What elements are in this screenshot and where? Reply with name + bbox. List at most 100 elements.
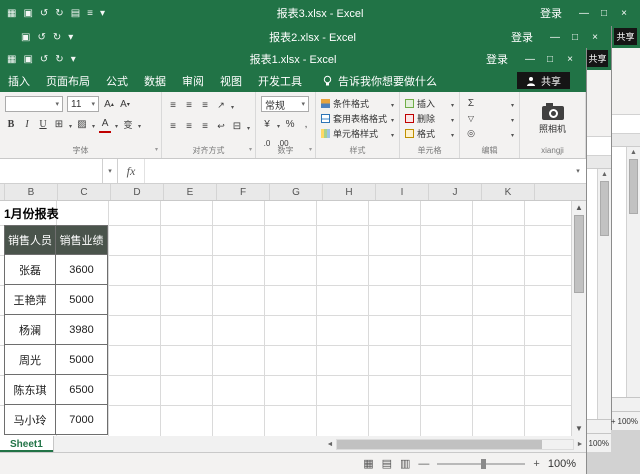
wrap-text-icon[interactable] [215,119,227,134]
cell-name[interactable]: 王艳萍 [4,285,56,315]
save-icon[interactable] [23,8,32,19]
maximize-icon[interactable] [565,32,585,43]
font-size-select[interactable]: 11 [67,96,99,112]
fill-color-icon[interactable] [76,117,88,132]
column-header-f[interactable]: F [217,184,270,200]
ribbon-tab-review[interactable]: 审阅 [174,73,212,89]
window-3-titlebar[interactable]: 报表3.xlsx - Excel 登录 [0,0,640,26]
window-3-vertical-scrollbar[interactable] [626,147,640,397]
maximize-icon[interactable] [594,8,614,19]
currency-format-icon[interactable] [261,117,273,132]
column-header-d[interactable]: D [111,184,164,200]
tell-me-box[interactable]: 告诉我你想要做什么 [322,73,437,89]
window-2-grid-cells[interactable] [587,169,597,419]
cell-name[interactable]: 陈东琪 [4,375,56,405]
report-title-cell[interactable]: 1月份报表 [4,201,108,225]
align-center-icon[interactable] [183,119,195,134]
merge-center-icon[interactable] [231,119,243,134]
undo-icon[interactable] [40,54,48,65]
cell-name[interactable]: 马小玲 [4,405,56,435]
scrollbar-thumb[interactable] [629,159,638,214]
font-name-select[interactable] [5,96,63,112]
undo-icon[interactable] [40,8,48,19]
window-2-login-link[interactable]: 登录 [511,29,533,45]
zoom-slider-thumb[interactable] [481,459,486,469]
qat-dropdown-icon[interactable] [100,8,105,19]
align-right-icon[interactable] [199,119,211,134]
share-button[interactable]: 共享 [517,72,570,89]
borders-icon[interactable] [53,117,65,132]
page-break-view-icon[interactable] [400,457,410,470]
cell-name[interactable]: 杨澜 [4,315,56,345]
horizontal-scroll-track[interactable] [336,439,574,450]
normal-view-icon[interactable] [363,457,373,470]
redo-icon[interactable] [55,8,63,19]
scroll-up-icon[interactable] [630,147,637,158]
font-color-icon[interactable] [99,116,111,133]
align-middle-icon[interactable] [183,98,195,113]
orientation-icon[interactable] [215,98,227,113]
window-3-grid-fragment[interactable] [612,147,640,397]
comma-format-icon[interactable] [300,117,312,132]
delete-cells-button[interactable]: 删除 [405,111,454,126]
column-header-k[interactable]: K [482,184,535,200]
camera-button[interactable]: 照相机 [520,92,585,145]
horizontal-scroll-thumb[interactable] [337,440,542,449]
save-icon[interactable] [21,32,30,43]
qat-dropdown-icon[interactable] [68,32,73,43]
percent-format-icon[interactable] [284,117,296,132]
window-3-edge[interactable]: 共享 100% [611,26,640,430]
close-icon[interactable] [560,54,580,65]
insert-cells-button[interactable]: 插入 [405,96,454,111]
zoom-in-icon[interactable] [611,417,616,426]
column-header-e[interactable]: E [164,184,217,200]
undo-icon[interactable] [37,32,45,43]
window-1-titlebar[interactable]: 报表1.xlsx - Excel 登录 [0,48,586,70]
zoom-level[interactable]: 100% [548,458,576,470]
ribbon-tab-formulas[interactable]: 公式 [98,73,136,89]
cell-styles-button[interactable]: 单元格样式 [321,126,394,141]
scroll-up-icon[interactable] [575,201,583,215]
window-2-titlebar[interactable]: 报表2.xlsx - Excel 登录 [14,26,611,48]
format-as-table-button[interactable]: 套用表格格式 [321,111,394,126]
horizontal-scrollbar[interactable] [324,436,586,452]
column-header-i[interactable]: I [376,184,429,200]
close-icon[interactable] [585,32,605,43]
align-bottom-icon[interactable] [199,98,211,113]
cell-value[interactable]: 7000 [56,405,108,435]
header-cell-sales[interactable]: 销售业绩 [56,225,108,255]
zoom-out-icon[interactable] [418,458,429,470]
zoom-in-icon[interactable] [533,458,539,470]
underline-icon[interactable] [37,117,49,132]
formula-bar-expand-icon[interactable] [570,159,586,183]
window-1-login-link[interactable]: 登录 [486,51,508,67]
cell-value[interactable]: 3980 [56,315,108,345]
scroll-down-icon[interactable] [575,422,583,436]
redo-icon[interactable] [55,54,63,65]
ribbon-tab-developer[interactable]: 开发工具 [250,73,310,89]
conditional-formatting-button[interactable]: 条件格式 [321,96,394,111]
close-icon[interactable] [614,8,634,19]
ribbon-tab-view[interactable]: 视图 [212,73,250,89]
ribbon-tab-page-layout[interactable]: 页面布局 [38,73,98,89]
number-format-select[interactable]: 常规 [261,96,309,112]
scroll-up-icon[interactable] [601,169,608,180]
window-3-login-link[interactable]: 登录 [540,5,562,21]
zoom-slider[interactable] [437,463,525,465]
maximize-icon[interactable] [540,54,560,65]
menu-icon[interactable] [87,8,93,19]
sort-filter-button[interactable] [465,111,514,126]
qat-dropdown-icon[interactable] [71,54,76,65]
column-header-j[interactable]: J [429,184,482,200]
cell-value[interactable]: 3600 [56,255,108,285]
bold-icon[interactable] [5,117,17,132]
header-cell-person[interactable]: 销售人员 [4,225,56,255]
scroll-right-icon[interactable] [574,441,586,448]
column-header-g[interactable]: G [270,184,323,200]
cell-value[interactable]: 6500 [56,375,108,405]
page-layout-view-icon[interactable] [382,457,392,470]
find-select-button[interactable] [465,126,514,141]
decrease-font-icon[interactable] [119,97,131,112]
format-cells-button[interactable]: 格式 [405,126,454,141]
column-header-b[interactable]: B [5,184,58,200]
